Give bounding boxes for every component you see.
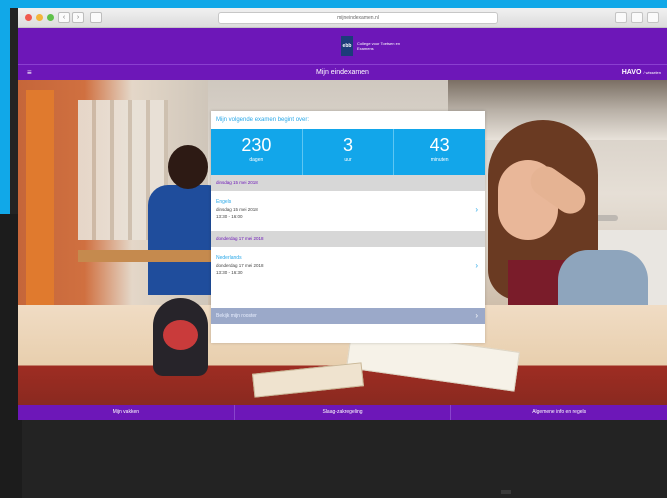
nav-my-subjects[interactable]: Mijn vakken [18, 405, 235, 420]
browser-toolbar: ‹ › mijneindexamen.nl [18, 8, 667, 28]
exam-subject: Engels [216, 199, 232, 205]
exam-item-english[interactable]: Engels dinsdag 15 mei 2018 13:30 - 16:00… [211, 191, 485, 231]
countdown-minutes: 43 minuten [394, 129, 485, 175]
hours-value: 3 [343, 135, 354, 155]
browser-window: ‹ › mijneindexamen.nl ebb College voor T… [18, 8, 667, 420]
exam-item-dutch[interactable]: Nederlands donderdag 17 mei 2018 13:30 -… [211, 247, 485, 287]
nav-pass-fail-rules[interactable]: Slaag-zakregeling [235, 405, 452, 420]
share-button[interactable] [615, 12, 627, 23]
hours-label: uur [344, 157, 352, 163]
exam-date: dinsdag 15 mei 2018 [216, 207, 258, 212]
close-window-button[interactable] [25, 14, 32, 21]
countdown-hours: 3 uur [303, 129, 395, 175]
exam-time: 13:30 - 16:30 [216, 270, 243, 275]
exam-time: 13:30 - 16:00 [216, 214, 243, 219]
exam-day-header: dinsdag 15 mei 2018 [211, 175, 485, 191]
page-title: Mijn eindexamen [316, 69, 369, 76]
cyan-frame-left [0, 0, 10, 214]
boy-head [168, 145, 208, 189]
back-button[interactable]: ‹ [58, 12, 70, 23]
countdown-days: 230 dagen [211, 129, 303, 175]
cyan-frame-top [0, 0, 667, 8]
days-value: 230 [241, 135, 272, 155]
chevron-right-icon: › [475, 261, 478, 270]
logo-text: College voor Toetsen en Examens [357, 41, 401, 51]
monitor-logo [501, 490, 511, 494]
forward-button[interactable]: › [72, 12, 84, 23]
tabs-button[interactable] [631, 12, 643, 23]
address-bar[interactable]: mijneindexamen.nl [218, 12, 498, 24]
title-bar: ≡ Mijn eindexamen HAVO / wisselen [18, 64, 667, 80]
maximize-window-button[interactable] [47, 14, 54, 21]
minutes-value: 43 [429, 135, 450, 155]
minutes-label: minuten [430, 157, 449, 163]
nav-general-info[interactable]: Algemene info en regels [451, 405, 667, 420]
countdown-timer: 230 dagen 3 uur 43 minuten [211, 129, 485, 175]
minimize-window-button[interactable] [36, 14, 43, 21]
window-controls [25, 14, 54, 21]
hero-background-image: Mijn volgende examen begint over: 230 da… [18, 80, 667, 405]
level-label: HAVO [621, 69, 642, 76]
exam-subject: Nederlands [216, 255, 242, 261]
logo-badge: ebb [341, 36, 353, 56]
chevron-right-icon: › [475, 205, 478, 214]
exam-countdown-panel: Mijn volgende examen begint over: 230 da… [211, 111, 485, 343]
days-label: dagen [249, 157, 264, 163]
countdown-title: Mijn volgende examen begint over: [211, 111, 485, 129]
site-logo[interactable]: ebb College voor Toetsen en Examens [341, 36, 417, 56]
chevron-right-icon: › [475, 311, 478, 320]
add-tab-button[interactable] [647, 12, 659, 23]
level-switch-link[interactable]: / wisselen [643, 70, 661, 75]
site-header: ebb College voor Toetsen en Examens [18, 28, 667, 64]
hero-door [26, 90, 54, 310]
sidebar-toggle-button[interactable] [90, 12, 102, 23]
browser-actions [615, 12, 659, 23]
screenshot-page: ‹ › mijneindexamen.nl ebb College voor T… [0, 0, 667, 498]
bottom-navigation: Mijn vakken Slaag-zakregeling Algemene i… [18, 405, 667, 420]
view-schedule-link[interactable]: Bekijk mijn rooster › [211, 308, 485, 324]
exam-date: donderdag 17 mei 2018 [216, 263, 264, 268]
exam-day-header: donderdag 17 mei 2018 [211, 231, 485, 247]
level-switcher[interactable]: HAVO / wisselen [622, 68, 661, 78]
view-schedule-label: Bekijk mijn rooster [216, 313, 257, 319]
hero-bag-detail [163, 320, 198, 350]
